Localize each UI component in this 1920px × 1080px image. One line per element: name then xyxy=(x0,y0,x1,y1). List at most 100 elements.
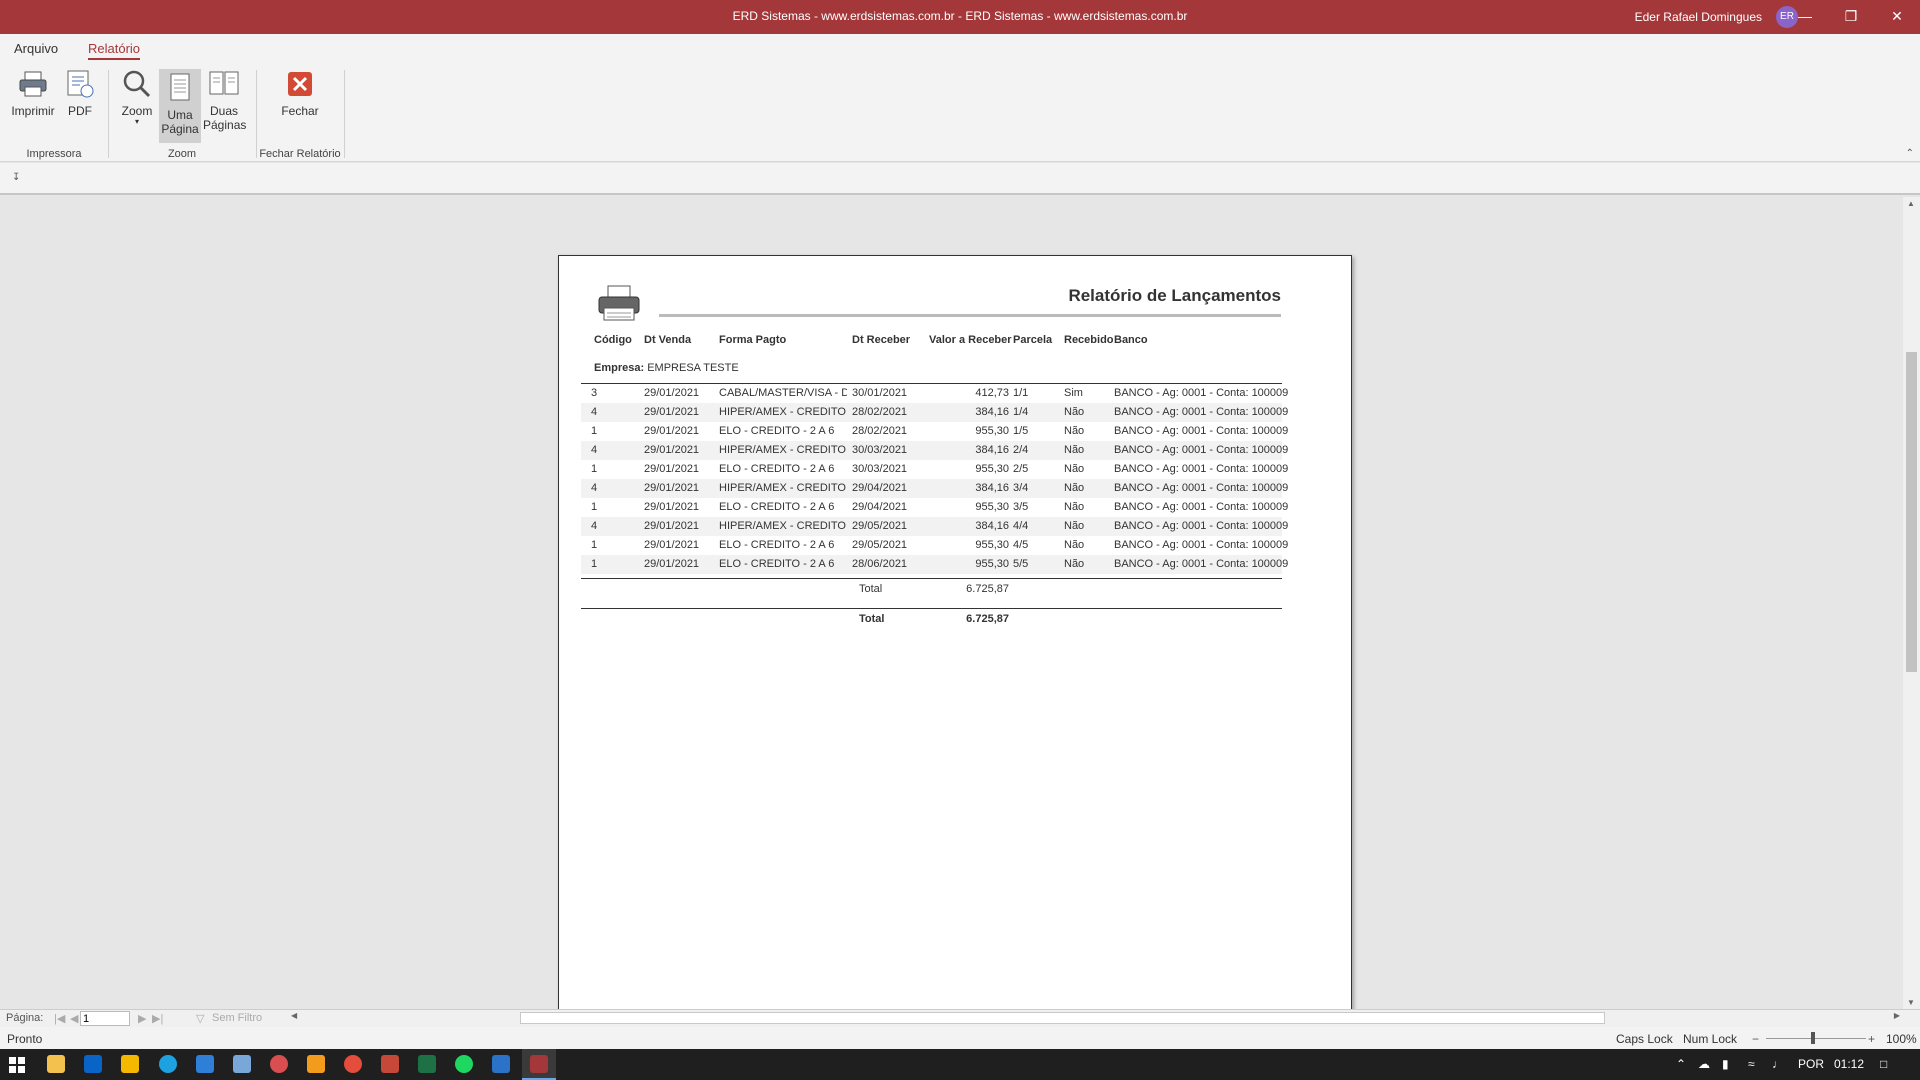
cell-parcela: 2/4 xyxy=(1013,444,1029,456)
status-text: Pronto xyxy=(7,1032,43,1046)
restore-icon[interactable]: ❐ xyxy=(1828,0,1874,34)
access-taskbar-item[interactable] xyxy=(522,1049,556,1080)
filter-status[interactable]: Sem Filtro xyxy=(212,1012,262,1024)
cell-forma-pagto: ELO - CREDITO - 2 A 6 xyxy=(719,558,835,570)
zoom-in-icon[interactable]: + xyxy=(1868,1032,1875,1046)
tray-chevron-icon[interactable]: ⌃ xyxy=(1676,1057,1686,1071)
cell-forma-pagto: ELO - CREDITO - 2 A 6 xyxy=(719,463,835,475)
vertical-scrollbar[interactable]: ▲ ▼ xyxy=(1903,197,1920,1009)
windows-start-icon[interactable] xyxy=(9,1057,25,1073)
clock[interactable]: 01:12 xyxy=(1834,1057,1864,1071)
duas-paginas-button[interactable]: Duas Páginas xyxy=(203,68,246,132)
quick-access-bar: ↧ xyxy=(0,163,1920,195)
cell-banco: BANCO - Ag: 0001 - Conta: 100009 xyxy=(1114,387,1289,399)
cell-dt-receber: 28/02/2021 xyxy=(852,425,908,437)
cell-codigo: 4 xyxy=(591,520,598,532)
window-title: ERD Sistemas - www.erdsistemas.com.br - … xyxy=(732,9,1188,23)
scroll-down-icon[interactable]: ▼ xyxy=(1907,998,1915,1007)
cell-valor: 955,30 xyxy=(975,558,1009,570)
excel-icon[interactable] xyxy=(418,1055,436,1073)
cell-banco: BANCO - Ag: 0001 - Conta: 100009 xyxy=(1114,425,1289,437)
word-icon[interactable] xyxy=(492,1055,510,1073)
volume-icon[interactable]: ♩ xyxy=(1772,1057,1784,1071)
first-page-icon[interactable]: |◀ xyxy=(54,1012,65,1025)
close-icon[interactable]: ✕ xyxy=(1874,0,1920,34)
cell-dt-receber: 30/03/2021 xyxy=(852,444,908,456)
scroll-up-icon[interactable]: ▲ xyxy=(1907,199,1915,208)
edge-icon[interactable] xyxy=(159,1055,177,1073)
file-explorer-icon[interactable] xyxy=(47,1055,65,1073)
cell-forma-pagto: HIPER/AMEX - CREDITO - xyxy=(719,444,847,456)
pdf-button[interactable]: PDF xyxy=(62,68,98,118)
notepad-icon[interactable] xyxy=(233,1055,251,1073)
table-row: 4 29/01/2021 HIPER/AMEX - CREDITO - 29/05/2… xyxy=(581,517,1288,536)
collapse-ribbon-icon[interactable]: ⌃ xyxy=(1906,148,1914,159)
customize-qat-icon[interactable]: ↧ xyxy=(12,172,20,183)
cell-codigo: 1 xyxy=(591,501,598,513)
table-row: 4 29/01/2021 HIPER/AMEX - CREDITO - 30/03/2… xyxy=(581,441,1288,460)
chrome-icon[interactable] xyxy=(344,1055,362,1073)
notifications-icon[interactable]: □ xyxy=(1880,1057,1887,1071)
cell-forma-pagto: HIPER/AMEX - CREDITO - xyxy=(719,482,847,494)
user-name[interactable]: Eder Rafael Domingues xyxy=(1635,10,1762,24)
prev-page-icon[interactable]: ◀ xyxy=(70,1012,78,1025)
pdf-icon xyxy=(67,70,94,98)
cell-recebido: Não xyxy=(1064,425,1085,437)
cell-parcela: 5/5 xyxy=(1013,558,1029,570)
menu-relatorio[interactable]: Relatório xyxy=(88,41,141,60)
col-dt-venda: Dt Venda xyxy=(644,334,692,346)
cell-forma-pagto: ELO - CREDITO - 2 A 6 xyxy=(719,425,835,437)
last-page-icon[interactable]: ▶| xyxy=(152,1012,163,1025)
wifi-icon[interactable]: ≈ xyxy=(1748,1057,1755,1071)
empresa-group: Empresa: EMPRESA TESTE xyxy=(594,362,739,374)
scroll-left-icon[interactable]: ◀ xyxy=(291,1011,297,1020)
zoom-slider[interactable] xyxy=(1766,1038,1866,1039)
horizontal-scrollbar[interactable]: ◀ ▶ xyxy=(288,1010,1903,1026)
cell-banco: BANCO - Ag: 0001 - Conta: 100009 xyxy=(1114,539,1289,551)
next-page-icon[interactable]: ▶ xyxy=(138,1012,146,1025)
onedrive-icon[interactable]: ☁ xyxy=(1698,1057,1710,1071)
title-rule xyxy=(659,314,1281,317)
cell-banco: BANCO - Ag: 0001 - Conta: 100009 xyxy=(1114,444,1289,456)
scroll-right-icon[interactable]: ▶ xyxy=(1894,1011,1900,1020)
cell-banco: BANCO - Ag: 0001 - Conta: 100009 xyxy=(1114,406,1289,418)
language-indicator[interactable]: POR xyxy=(1798,1057,1824,1071)
menu-bar: Arquivo Relatório xyxy=(0,34,1920,62)
page-input[interactable] xyxy=(80,1011,130,1026)
imprimir-button[interactable]: Imprimir xyxy=(8,68,58,118)
total-label: Total xyxy=(859,613,885,625)
cell-dt-receber: 29/04/2021 xyxy=(852,482,908,494)
fechar-button[interactable]: Fechar xyxy=(278,68,322,118)
col-forma-pagto: Forma Pagto xyxy=(719,334,787,346)
cell-banco: BANCO - Ag: 0001 - Conta: 100009 xyxy=(1114,482,1289,494)
report-page: Relatório de Lançamentos Código Dt Venda… xyxy=(558,255,1352,1009)
battery-icon[interactable]: ▮ xyxy=(1722,1057,1729,1071)
vertical-scroll-thumb[interactable] xyxy=(1906,352,1917,672)
folder-icon[interactable] xyxy=(121,1055,139,1073)
zoom-button[interactable]: Zoom ▾ xyxy=(117,68,157,126)
uma-pagina-button[interactable]: Uma Página xyxy=(159,69,201,143)
menu-arquivo[interactable]: Arquivo xyxy=(14,41,58,56)
zoom-slider-thumb[interactable] xyxy=(1811,1032,1815,1044)
sublime-icon[interactable] xyxy=(307,1055,325,1073)
mail-icon[interactable] xyxy=(196,1055,214,1073)
minimize-icon[interactable]: — xyxy=(1782,0,1828,34)
horizontal-scroll-thumb[interactable] xyxy=(520,1012,1605,1024)
anydesk-icon[interactable] xyxy=(270,1055,288,1073)
outlook-icon[interactable] xyxy=(84,1055,102,1073)
printer-icon xyxy=(19,71,47,97)
cell-dt-venda: 29/01/2021 xyxy=(644,520,700,532)
cell-forma-pagto: ELO - CREDITO - 2 A 6 xyxy=(719,539,835,551)
cell-valor: 384,16 xyxy=(975,520,1009,532)
cell-recebido: Não xyxy=(1064,406,1085,418)
status-bar: Pronto Caps Lock Num Lock − + 100% xyxy=(0,1027,1920,1049)
cell-recebido: Sim xyxy=(1064,387,1083,399)
cell-dt-receber: 29/05/2021 xyxy=(852,539,908,551)
cell-recebido: Não xyxy=(1064,463,1085,475)
spotify-icon[interactable] xyxy=(455,1055,473,1073)
zoom-out-icon[interactable]: − xyxy=(1752,1032,1759,1046)
app-icon[interactable] xyxy=(381,1055,399,1073)
pdf-label: PDF xyxy=(68,104,92,118)
cell-valor: 955,30 xyxy=(975,463,1009,475)
zoom-label: Zoom xyxy=(121,104,153,118)
